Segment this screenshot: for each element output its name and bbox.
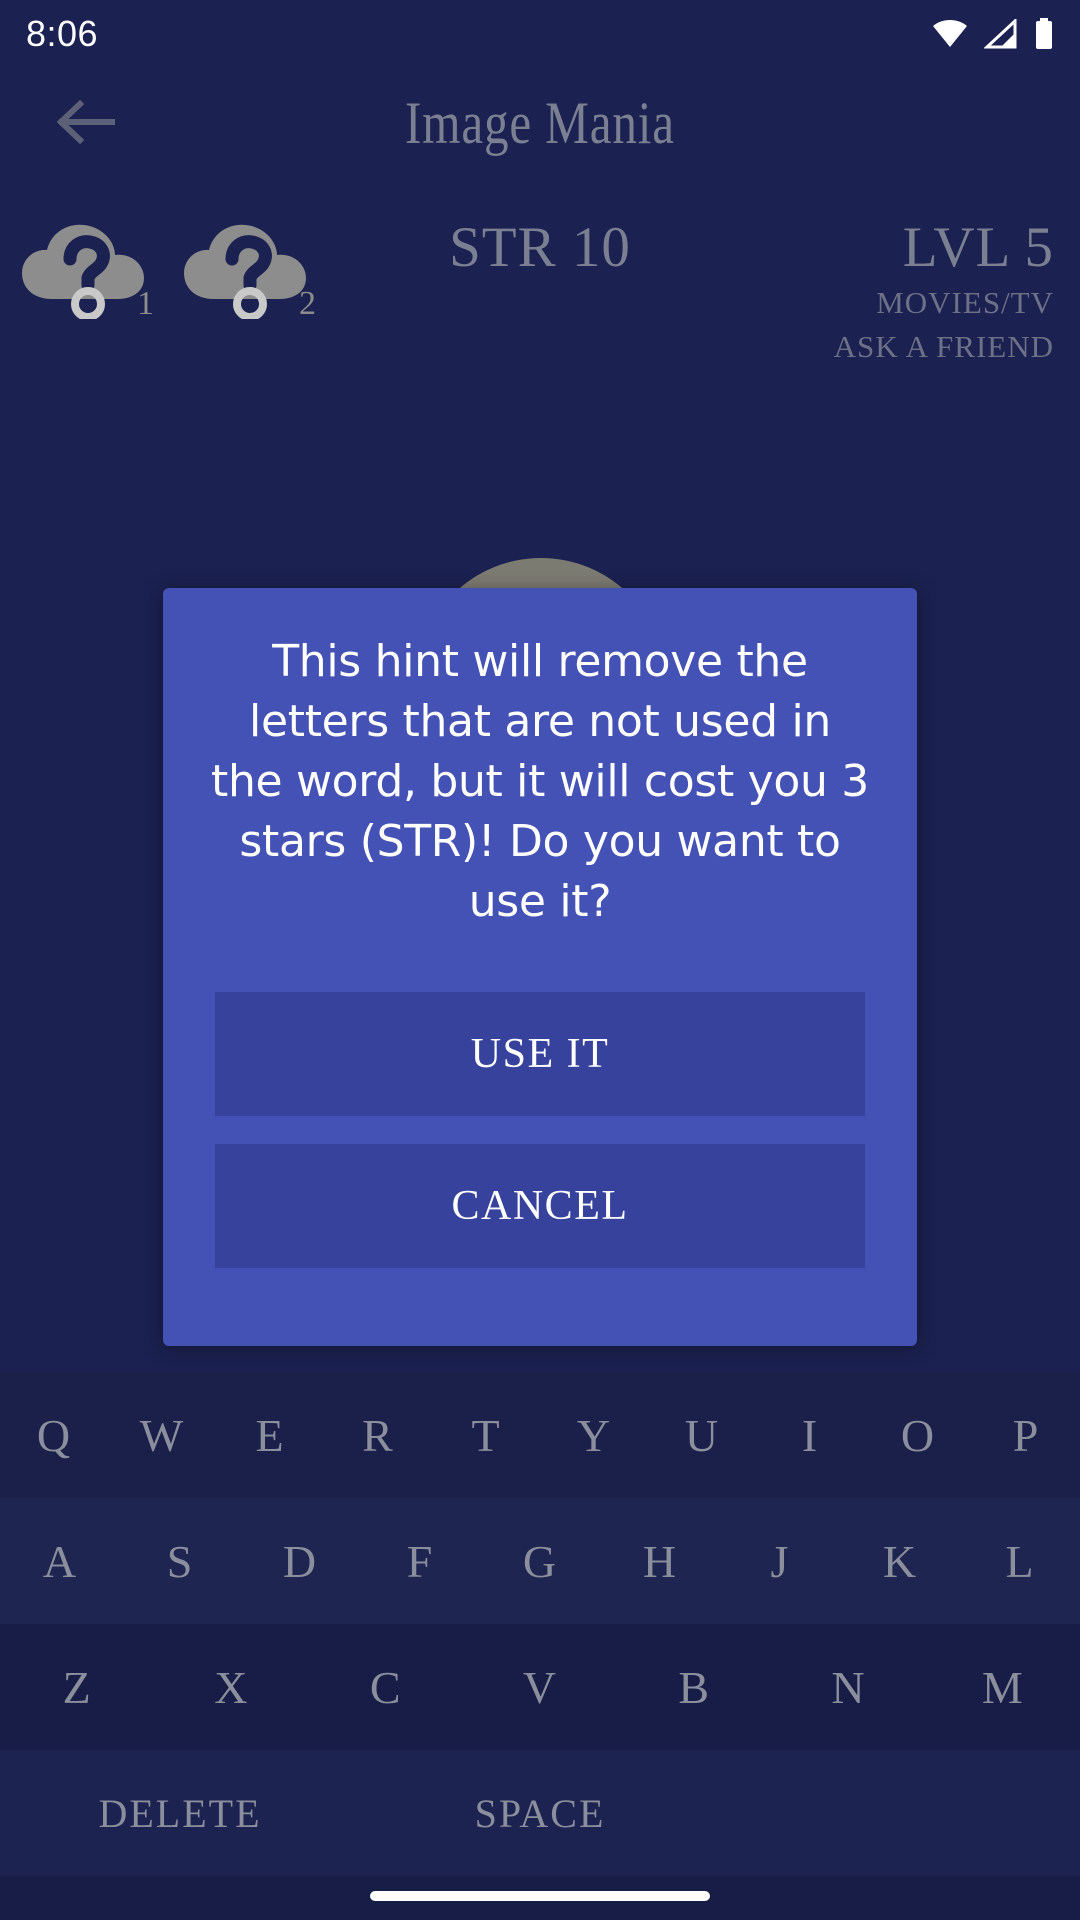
key-a[interactable]: A xyxy=(0,1498,120,1624)
stats-bar: 1 2 STR 10 LVL 5 MOVIES/TV ASK A FRIEND xyxy=(0,215,1080,405)
key-x[interactable]: X xyxy=(154,1624,308,1750)
key-j[interactable]: J xyxy=(720,1498,840,1624)
key-v[interactable]: V xyxy=(463,1624,617,1750)
key-m[interactable]: M xyxy=(926,1624,1080,1750)
status-bar: 8:06 xyxy=(0,0,1080,68)
dialog-actions: USE IT CANCEL xyxy=(215,992,865,1268)
status-clock: 8:06 xyxy=(26,13,99,54)
key-b[interactable]: B xyxy=(617,1624,771,1750)
cancel-button[interactable]: CANCEL xyxy=(215,1144,865,1268)
category-label: MOVIES/TV xyxy=(876,285,1054,320)
key-z[interactable]: Z xyxy=(0,1624,154,1750)
key-space[interactable]: SPACE xyxy=(360,1750,720,1876)
keyboard-row-3: Z X C V B N M xyxy=(0,1624,1080,1750)
app-screen: 8:06 Image Mania 1 2 STR 10 LVL 5 MOVIES… xyxy=(0,0,1080,1920)
key-s[interactable]: S xyxy=(120,1498,240,1624)
key-y[interactable]: Y xyxy=(540,1372,648,1498)
dialog-message: This hint will remove the letters that a… xyxy=(211,636,869,927)
status-icon-group xyxy=(932,18,1054,50)
system-navigation-bar xyxy=(0,1872,1080,1920)
key-k[interactable]: K xyxy=(840,1498,960,1624)
hint-count-label: 2 xyxy=(299,285,316,322)
key-e[interactable]: E xyxy=(216,1372,324,1498)
key-r[interactable]: R xyxy=(324,1372,432,1498)
use-it-button[interactable]: USE IT xyxy=(215,992,865,1116)
key-w[interactable]: W xyxy=(108,1372,216,1498)
page-title: Image Mania xyxy=(405,89,675,156)
key-o[interactable]: O xyxy=(864,1372,972,1498)
level-info-group: LVL 5 MOVIES/TV ASK A FRIEND xyxy=(834,215,1054,369)
key-f[interactable]: F xyxy=(360,1498,480,1624)
hint-confirmation-dialog: This hint will remove the letters that a… xyxy=(163,588,917,1346)
key-t[interactable]: T xyxy=(432,1372,540,1498)
level-label: LVL 5 xyxy=(902,216,1054,279)
keyboard-row-4: DELETE SPACE xyxy=(0,1750,1080,1876)
home-gesture-pill[interactable] xyxy=(370,1891,710,1901)
key-d[interactable]: D xyxy=(240,1498,360,1624)
wifi-icon xyxy=(933,20,967,47)
keyboard-row-1: Q W E R T Y U I O P xyxy=(0,1372,1080,1498)
key-p[interactable]: P xyxy=(972,1372,1080,1498)
lifeline-label[interactable]: ASK A FRIEND xyxy=(834,325,1054,369)
key-l[interactable]: L xyxy=(960,1498,1080,1624)
key-u[interactable]: U xyxy=(648,1372,756,1498)
key-delete[interactable]: DELETE xyxy=(0,1750,360,1876)
on-screen-keyboard: Q W E R T Y U I O P A S D F G H J K L Z … xyxy=(0,1372,1080,1920)
hint-count-label: 1 xyxy=(137,285,154,322)
key-q[interactable]: Q xyxy=(0,1372,108,1498)
key-h[interactable]: H xyxy=(600,1498,720,1624)
key-n[interactable]: N xyxy=(771,1624,925,1750)
app-bar: Image Mania xyxy=(0,68,1080,178)
key-c[interactable]: C xyxy=(309,1624,463,1750)
key-i[interactable]: I xyxy=(756,1372,864,1498)
cellular-signal-icon xyxy=(984,19,1017,49)
keyboard-row-2: A S D F G H J K L xyxy=(0,1498,1080,1624)
key-g[interactable]: G xyxy=(480,1498,600,1624)
battery-icon xyxy=(1036,18,1052,49)
